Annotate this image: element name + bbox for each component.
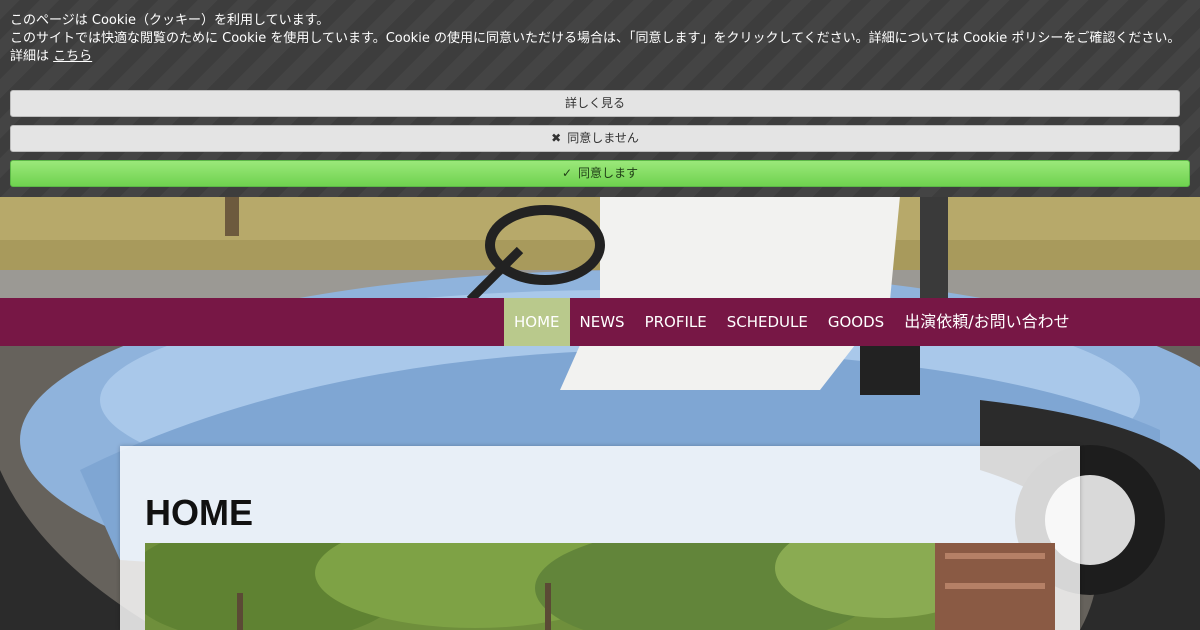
content-card: HOME bbox=[120, 446, 1080, 630]
nav-item-schedule[interactable]: SCHEDULE bbox=[717, 298, 818, 346]
cookie-banner: このページは Cookie（クッキー）を利用しています。 このサイトでは快適な閲… bbox=[0, 0, 1200, 197]
cookie-more-label: 詳しく見る bbox=[564, 96, 625, 110]
nav-list: HOME NEWS PROFILE SCHEDULE GOODS 出演依頼/お問… bbox=[504, 298, 1080, 346]
content-photo bbox=[145, 543, 1055, 630]
cookie-message: このページは Cookie（クッキー）を利用しています。 このサイトでは快適な閲… bbox=[10, 12, 1180, 66]
close-icon: ✖ bbox=[551, 131, 562, 145]
cookie-details-link[interactable]: こちら bbox=[53, 49, 92, 64]
cookie-accept-label: 同意します bbox=[578, 166, 639, 180]
check-icon: ✓ bbox=[561, 166, 573, 180]
nav-item-goods[interactable]: GOODS bbox=[818, 298, 894, 346]
cookie-details-prefix: 詳細は bbox=[10, 49, 50, 64]
cookie-title: このページは Cookie（クッキー）を利用しています。 bbox=[10, 13, 330, 28]
page-title: HOME bbox=[145, 492, 253, 533]
cookie-details-line: 詳細は こちら bbox=[10, 48, 1180, 66]
nav-item-news[interactable]: NEWS bbox=[570, 298, 635, 346]
main-navigation: HOME NEWS PROFILE SCHEDULE GOODS 出演依頼/お問… bbox=[0, 298, 1200, 346]
nav-item-profile[interactable]: PROFILE bbox=[635, 298, 717, 346]
cookie-decline-label: 同意しません bbox=[567, 131, 639, 145]
cookie-description: このサイトでは快適な閲覧のために Cookie を使用しています。Cookie … bbox=[10, 31, 1181, 46]
cookie-decline-button[interactable]: ✖ 同意しません bbox=[10, 125, 1180, 152]
cookie-accept-button[interactable]: ✓ 同意します bbox=[10, 160, 1190, 187]
nav-item-home[interactable]: HOME bbox=[504, 298, 570, 346]
cookie-more-button[interactable]: 詳しく見る bbox=[10, 90, 1180, 117]
nav-item-contact[interactable]: 出演依頼/お問い合わせ bbox=[894, 298, 1079, 346]
